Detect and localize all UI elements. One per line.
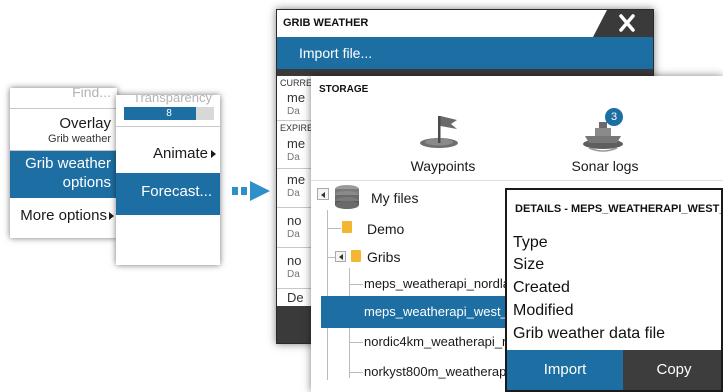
tree-item-my-files[interactable]: My files (371, 190, 418, 206)
waypoints-label: Waypoints (410, 158, 476, 174)
current-section-header: CURRE (280, 78, 313, 88)
grib-weather-options-menu-item[interactable]: Grib weather options (10, 151, 117, 198)
forecast-menu-item[interactable]: Forecast... (116, 173, 220, 215)
details-title: DETAILS - MEPS_WEATHERAPI_WEST_N (515, 203, 723, 215)
tree-line (327, 210, 328, 380)
more-options-menu-item[interactable]: More options (10, 199, 117, 233)
folder-icon (351, 250, 361, 262)
list-item-title[interactable]: no (287, 253, 301, 268)
details-dialog: DETAILS - MEPS_WEATHERAPI_WEST_N Type Si… (505, 188, 723, 392)
grib-options-submenu: Transparency 8 Animate Forecast... (116, 95, 220, 265)
waypoints-tile[interactable]: Waypoints (403, 112, 483, 178)
flow-arrow-icon (232, 180, 272, 207)
detail-modified-label: Modified (513, 302, 574, 319)
sonar-logs-tile[interactable]: 3 Sonar logs (561, 106, 649, 178)
animate-menu-item[interactable]: Animate (116, 139, 220, 169)
detail-filetype-label: Grib weather data file (513, 325, 666, 342)
overlay-menu-item[interactable]: Overlay Grib weather (10, 109, 117, 150)
folder-icon (342, 221, 352, 233)
import-button[interactable]: Import (507, 350, 623, 390)
list-item-date: Da (287, 269, 300, 280)
import-file-label: Import file... (299, 45, 373, 61)
list-item-title[interactable]: me (287, 172, 305, 187)
expired-section-header: EXPIRE (280, 123, 314, 133)
expand-toggle[interactable] (335, 251, 346, 262)
overlay-sublabel: Grib weather (48, 133, 111, 145)
list-item-date: Da (287, 106, 300, 117)
list-item-date: Da (287, 229, 300, 240)
transparency-label: Transparency (133, 95, 212, 105)
find-menu-item[interactable]: Find... (72, 88, 111, 100)
grib-options-label-line1: Grib weather (25, 155, 111, 172)
tree-line (349, 284, 363, 285)
forecast-label: Forecast... (141, 183, 212, 200)
tree-item-file-label: meps_weatherapi_west_no (364, 304, 523, 319)
list-item-date: Da (287, 188, 300, 199)
overlay-label: Overlay (59, 115, 111, 132)
close-button[interactable] (593, 10, 653, 37)
tree-item-file-selected[interactable]: meps_weatherapi_west_no (321, 296, 522, 328)
tree-line (327, 228, 341, 229)
sonar-logs-count-badge: 3 (605, 108, 623, 126)
copy-button[interactable]: Copy (623, 350, 721, 390)
grib-weather-title: GRIB WEATHER (283, 17, 369, 29)
detail-type-label: Type (513, 234, 548, 251)
tree-line (349, 372, 363, 373)
detail-size-label: Size (513, 256, 545, 273)
tree-item-gribs[interactable]: Gribs (367, 249, 400, 265)
list-item-title[interactable]: me (287, 90, 305, 105)
waypoint-flag-icon (417, 112, 463, 155)
sonar-logs-label: Sonar logs (571, 158, 639, 174)
import-file-button[interactable]: Import file... (277, 37, 653, 69)
list-item-title[interactable]: me (287, 136, 305, 151)
menu-divider (116, 126, 220, 127)
list-item-date: Da (287, 152, 300, 163)
more-options-label: More options (20, 207, 107, 224)
list-item-title[interactable]: no (287, 213, 301, 228)
transparency-slider[interactable]: 8 (124, 107, 214, 120)
submenu-arrow-icon (109, 212, 114, 220)
tree-item-file[interactable]: norkyst800m_weatherapi_ (364, 364, 516, 379)
submenu-arrow-icon (211, 150, 216, 158)
collapse-arrow-icon (321, 192, 325, 198)
detail-created-label: Created (513, 279, 570, 296)
tree-item-file[interactable]: nordic4km_weatherapi_n-n (364, 334, 521, 349)
tree-item-file[interactable]: meps_weatherapi_nordland (364, 276, 524, 291)
storage-title: STORAGE (319, 84, 369, 95)
context-menu: Find... Overlay Grib weather Grib weathe… (10, 88, 117, 238)
tree-item-demo[interactable]: Demo (367, 221, 404, 237)
grib-options-label-line2: options (62, 174, 111, 191)
collapse-arrow-icon (339, 254, 343, 260)
storage-divider (311, 180, 723, 181)
tree-line (349, 342, 363, 343)
list-item-title[interactable]: De (287, 290, 304, 305)
animate-label: Animate (152, 145, 208, 162)
drive-icon (333, 184, 361, 215)
transparency-value: 8 (166, 108, 172, 119)
expand-toggle[interactable] (317, 188, 329, 200)
